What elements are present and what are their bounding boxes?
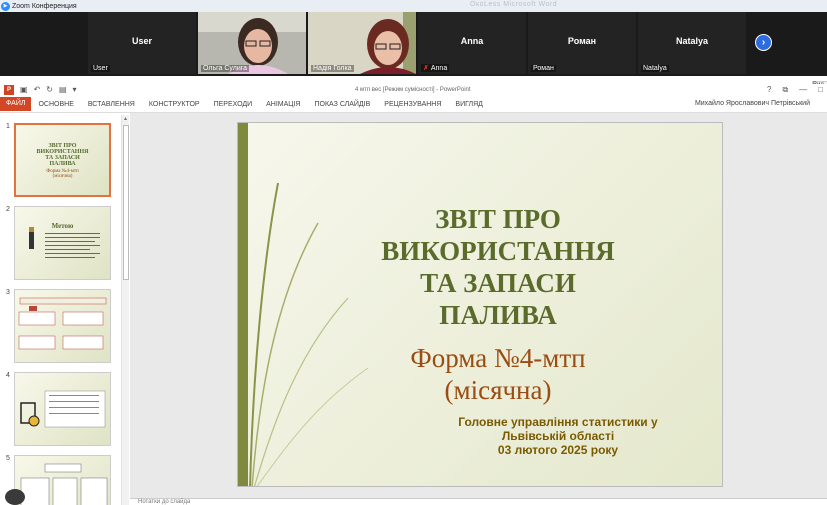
scroll-thumb[interactable]: [123, 125, 129, 280]
thumbnail-content: [29, 227, 100, 258]
participant-tile-olha[interactable]: Ольга Сулига: [198, 12, 306, 74]
thumbnail-content: [20, 390, 106, 428]
participant-tile-nadia[interactable]: Надія Голка: [308, 12, 416, 74]
participant-label: Роман: [531, 65, 556, 72]
slide-org-line: Головне управління статистики у: [458, 415, 658, 429]
help-icon[interactable]: ?: [767, 85, 771, 95]
save-icon[interactable]: ▣: [20, 85, 28, 95]
tab-design[interactable]: КОНСТРУКТОР: [142, 101, 207, 108]
zoom-logo-icon: ▶: [1, 1, 10, 11]
background-window-titles: ОкоLess Microsoft Word: [470, 1, 558, 8]
participant-name-center: Роман: [567, 36, 597, 46]
participant-label: Natalya: [641, 65, 669, 72]
tab-review[interactable]: РЕЦЕНЗУВАННЯ: [377, 101, 448, 108]
thumbnail-number: 1: [6, 123, 10, 130]
undo-icon[interactable]: ↶: [34, 85, 41, 95]
thumbnail-number: 4: [6, 372, 10, 379]
notes-pane[interactable]: Нотатки до слайда: [130, 498, 827, 505]
maximize-icon[interactable]: □: [818, 85, 823, 95]
scroll-up-icon[interactable]: ▲: [123, 116, 128, 122]
slide-thumbnail[interactable]: [14, 289, 111, 363]
slide-org-line: Львівській області: [501, 429, 615, 443]
participant-label: Ольга Сулига: [201, 65, 250, 72]
tab-insert[interactable]: ВСТАВЛЕННЯ: [81, 101, 142, 108]
tab-transitions[interactable]: ПЕРЕХОДИ: [207, 101, 260, 108]
thumbnail-content: [20, 463, 108, 505]
slide-thumbnail[interactable]: Метою: [14, 206, 111, 280]
participants-strip: User User Ольга Сулига Надія Голка Anna …: [0, 12, 827, 76]
participant-name-center: User: [131, 36, 152, 46]
thumbnail-number: 2: [6, 206, 10, 213]
tab-view[interactable]: ВИГЛЯД: [448, 101, 490, 108]
slide-form-line: Форма №4-мтп: [410, 343, 586, 373]
participant-name-center: Natalya: [675, 36, 709, 46]
slide-editor: ЗВІТ ПРО ВИКОРИСТАННЯ ТА ЗАПАСИ ПАЛИВА Ф…: [130, 113, 827, 498]
slide-title-line: ЗВІТ ПРО: [435, 204, 561, 234]
ribbon-options-icon[interactable]: ⧉: [782, 85, 788, 95]
redo-icon[interactable]: ↻: [46, 85, 53, 95]
tab-animations[interactable]: АНІМАЦІЯ: [259, 101, 307, 108]
tab-file[interactable]: ФАЙЛ: [0, 97, 32, 111]
slide-title-line: ТА ЗАПАСИ: [420, 268, 576, 298]
participant-label-wrap: ✗ Anna: [421, 64, 450, 72]
tab-home[interactable]: ОСНОВНЕ: [31, 101, 80, 108]
slide-thumbnail[interactable]: ЗВІТ ПРО ВИКОРИСТАННЯ ТА ЗАПАСИ ПАЛИВА Ф…: [14, 123, 111, 197]
zoom-window-title: Zoom Конференция: [12, 2, 77, 10]
ppt-titlebar: P ▣ ↶ ↻ ▤ ▾ 4 мтп вес [Режим сумісності]…: [0, 84, 827, 97]
slideshow-icon[interactable]: ▤: [59, 85, 67, 95]
participant-tile-anna[interactable]: Anna ✗ Anna: [418, 12, 526, 74]
thumbnail-number: 5: [6, 455, 10, 462]
current-slide[interactable]: ЗВІТ ПРО ВИКОРИСТАННЯ ТА ЗАПАСИ ПАЛИВА Ф…: [237, 122, 723, 487]
zoom-titlebar: ▶ Zoom Конференция ОкоLess Microsoft Wor…: [0, 0, 827, 12]
thumbnail-content: [18, 297, 107, 350]
thumbnails-scrollbar[interactable]: ▲: [121, 115, 129, 505]
participant-tile-roman[interactable]: Роман Роман: [528, 12, 636, 74]
customize-icon[interactable]: ▾: [73, 85, 77, 95]
thumbnail-subtitle: Форма №4-мтп (місячна): [46, 169, 79, 179]
tab-slideshow[interactable]: ПОКАЗ СЛАЙДІВ: [308, 101, 378, 108]
thumbnail-number: 3: [6, 289, 10, 296]
minimize-icon[interactable]: —: [799, 85, 807, 95]
window-controls: ? ⧉ — □: [767, 85, 823, 95]
participant-label: Надія Голка: [311, 65, 354, 72]
mic-muted-icon: ✗: [423, 65, 429, 72]
floating-avatar-icon[interactable]: [5, 489, 25, 505]
slide-title-line: ВИКОРИСТАННЯ: [381, 236, 615, 266]
participant-name-center: Anna: [460, 36, 484, 46]
quick-access-toolbar: P ▣ ↶ ↻ ▤ ▾: [4, 85, 77, 95]
ribbon-tabs: ФАЙЛ ОСНОВНЕ ВСТАВЛЕННЯ КОНСТРУКТОР ПЕРЕ…: [0, 97, 827, 111]
slide-thumbnails-pane: 1 ЗВІТ ПРО ВИКОРИСТАННЯ ТА ЗАПАСИ ПАЛИВА…: [0, 113, 120, 505]
window-title: 4 мтп вес [Режим сумісності] - PowerPoin…: [355, 87, 471, 93]
powerpoint-logo-icon: P: [4, 85, 14, 95]
slide-date-line: 03 лютого 2025 року: [497, 443, 619, 457]
thumbnail-title: ЗВІТ ПРО ВИКОРИСТАННЯ ТА ЗАПАСИ ПАЛИВА: [36, 143, 89, 167]
slide-thumbnail[interactable]: [14, 372, 111, 446]
participant-tile-natalya[interactable]: Natalya Natalya: [638, 12, 746, 74]
chevron-right-icon[interactable]: ›: [755, 34, 772, 51]
slide-thumbnail[interactable]: [14, 455, 111, 505]
slide-form-line: (місячна): [444, 375, 552, 405]
slide-title-line: ПАЛИВА: [439, 300, 557, 330]
participant-label: User: [91, 65, 110, 72]
participant-label: Anna: [430, 65, 448, 72]
signed-in-user[interactable]: Михайло Ярославович Петрівський: [695, 100, 810, 107]
participant-tile-user[interactable]: User User: [88, 12, 196, 74]
